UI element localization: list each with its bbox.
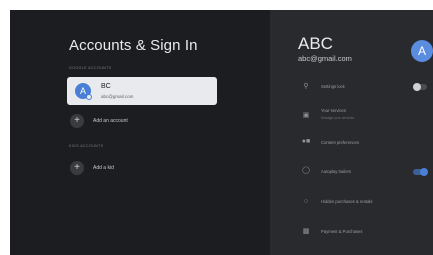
google-accounts-section-label: GOOGLE ACCOUNTS xyxy=(69,66,112,70)
autoplay-toggle[interactable] xyxy=(413,168,428,176)
setting-sublabel: Manage your services xyxy=(321,116,355,120)
plus-icon: + xyxy=(70,114,84,128)
google-badge-icon xyxy=(86,94,92,100)
accounts-panel: Accounts & Sign In GOOGLE ACCOUNTS A BC … xyxy=(10,10,270,255)
add-account-label: Add an account xyxy=(93,118,128,124)
plus-icon: + xyxy=(70,161,84,175)
autoplay-icon: ◯ xyxy=(302,167,310,174)
lock-icon: ⚲ xyxy=(303,83,309,90)
kids-accounts-section-label: KIDS ACCOUNTS xyxy=(69,144,104,148)
setting-label: Payment & Purchases xyxy=(321,229,363,234)
setting-label: Hidden purchases & rentals xyxy=(321,199,373,204)
add-kid-label: Add a kid xyxy=(93,165,114,171)
setting-label: Your services xyxy=(321,108,346,113)
toggle-knob xyxy=(413,83,421,91)
account-name: BC xyxy=(101,83,111,90)
setting-label: Autoplay trailers xyxy=(321,169,352,174)
profile-panel: ABC abc@gmail.com A ⚲ Settings lock ▣ Yo… xyxy=(270,10,433,255)
profile-name: ABC xyxy=(298,34,333,53)
setting-label: Settings lock xyxy=(321,84,345,89)
profile-avatar: A xyxy=(411,40,433,62)
settings-lock-toggle[interactable] xyxy=(413,83,427,91)
toggle-knob xyxy=(420,168,428,176)
hidden-purchases-icon: ○ xyxy=(303,198,309,205)
services-icon: ▣ xyxy=(302,112,310,119)
payment-icon: ▩ xyxy=(302,228,310,235)
account-email: abc@gmail.com xyxy=(101,94,134,99)
tv-screen: Accounts & Sign In GOOGLE ACCOUNTS A BC … xyxy=(10,10,433,255)
profile-email: abc@gmail.com xyxy=(298,54,352,63)
page-title: Accounts & Sign In xyxy=(69,37,198,54)
content-preferences-icon: ●■ xyxy=(301,138,311,145)
setting-label: Content preferences xyxy=(321,140,359,145)
account-item-abc[interactable]: A BC abc@gmail.com xyxy=(67,77,217,105)
